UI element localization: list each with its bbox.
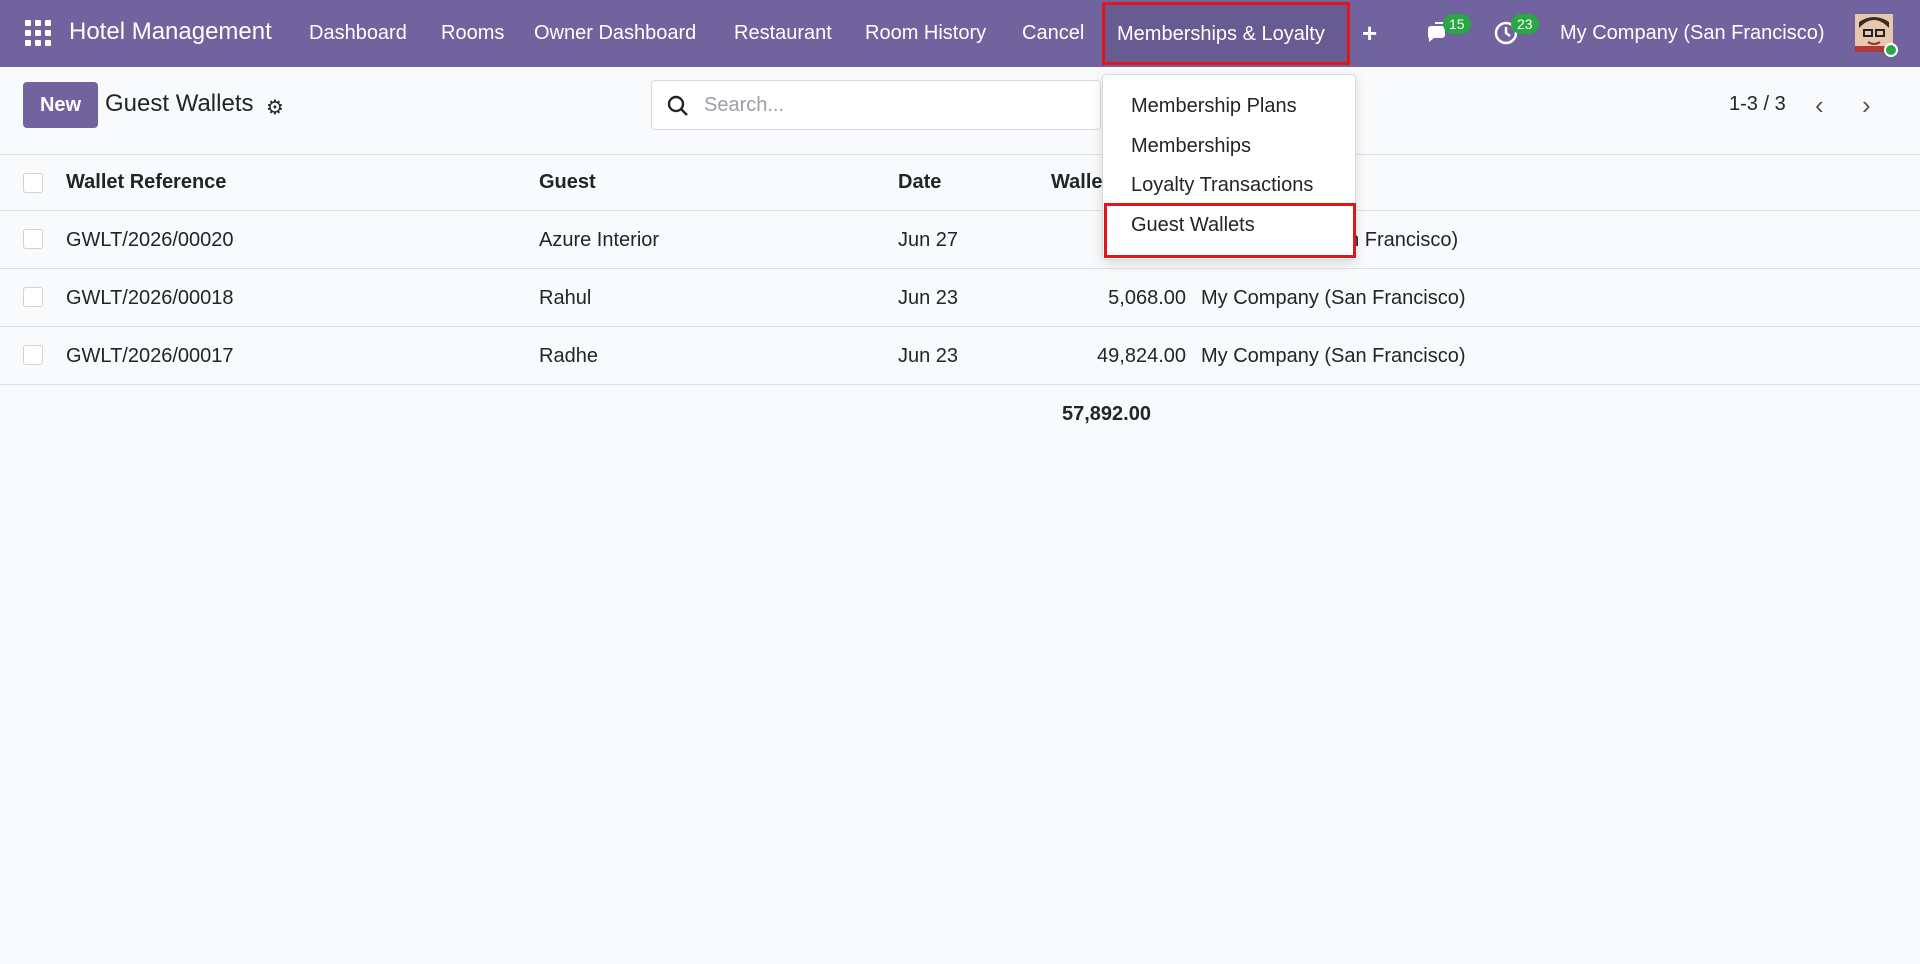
dropdown-item-membership-plans[interactable]: Membership Plans <box>1131 95 1297 118</box>
column-header-wallet-balance[interactable]: Walle <box>1051 171 1103 194</box>
app-brand[interactable]: Hotel Management <box>69 18 272 46</box>
wallet-date: Jun 23 <box>898 345 959 367</box>
wallet-balance: 49,824.00 <box>1097 345 1186 367</box>
dropdown-item-loyalty-transactions[interactable]: Loyalty Transactions <box>1131 174 1313 197</box>
table-row[interactable]: GWLT/2026/00020 Azure Interior Jun 27 an… <box>0 211 1920 269</box>
table-header-row: Wallet Reference Guest Date Walle <box>0 155 1920 211</box>
menu-cancel[interactable]: Cancel <box>1022 22 1084 45</box>
messages-badge: 15 <box>1443 14 1471 34</box>
menu-restaurant[interactable]: Restaurant <box>734 22 832 45</box>
column-header-guest[interactable]: Guest <box>539 171 596 194</box>
wallet-company: My Company (San Francisco) <box>1201 287 1466 309</box>
search-box <box>651 80 1101 130</box>
new-button[interactable]: New <box>23 82 98 128</box>
page-title: Guest Wallets <box>105 90 254 117</box>
guest-name: Azure Interior <box>539 229 660 251</box>
row-checkbox[interactable] <box>23 345 43 365</box>
wallet-reference: GWLT/2026/00017 <box>66 345 234 367</box>
apps-grid-icon[interactable] <box>25 20 51 46</box>
row-checkbox[interactable] <box>23 287 43 307</box>
activities-badge: 23 <box>1511 14 1539 34</box>
balance-total: 57,892.00 <box>1062 403 1151 425</box>
gear-icon[interactable]: ⚙ <box>266 95 284 120</box>
wallet-reference: GWLT/2026/00020 <box>66 229 234 251</box>
top-navbar: Hotel Management Dashboard Rooms Owner D… <box>0 0 1920 67</box>
column-header-wallet-reference[interactable]: Wallet Reference <box>66 171 226 194</box>
wallet-reference: GWLT/2026/00018 <box>66 287 234 309</box>
search-input[interactable] <box>704 81 1094 129</box>
table-row[interactable]: GWLT/2026/00017 Radhe Jun 23 49,824.00 M… <box>0 327 1920 385</box>
menu-memberships-loyalty[interactable]: Memberships & Loyalty <box>1102 2 1350 65</box>
guest-name: Radhe <box>539 345 598 367</box>
menu-rooms[interactable]: Rooms <box>441 22 504 45</box>
column-header-date[interactable]: Date <box>898 171 941 194</box>
menu-dashboard[interactable]: Dashboard <box>309 22 407 45</box>
wallet-date: Jun 23 <box>898 287 959 309</box>
chat-icon[interactable]: 15 <box>1425 14 1471 46</box>
table-row[interactable]: GWLT/2026/00018 Rahul Jun 23 5,068.00 My… <box>0 269 1920 327</box>
wallet-date: Jun 27 <box>898 229 959 251</box>
chevron-right-icon[interactable]: › <box>1862 90 1871 121</box>
online-status-dot <box>1884 43 1898 57</box>
search-icon <box>667 95 688 116</box>
menu-owner-dashboard[interactable]: Owner Dashboard <box>534 22 696 45</box>
guest-name: Rahul <box>539 287 592 309</box>
company-switcher[interactable]: My Company (San Francisco) <box>1560 22 1825 45</box>
plus-icon[interactable]: + <box>1362 18 1377 49</box>
menu-room-history[interactable]: Room History <box>865 22 986 45</box>
clock-icon[interactable]: 23 <box>1493 14 1539 46</box>
user-avatar[interactable] <box>1855 14 1898 57</box>
row-checkbox[interactable] <box>23 229 43 249</box>
menu-memberships-loyalty-label: Memberships & Loyalty <box>1117 23 1325 45</box>
guest-wallets-highlight <box>1104 203 1356 258</box>
dropdown-item-memberships[interactable]: Memberships <box>1131 135 1251 158</box>
chevron-left-icon[interactable]: ‹ <box>1815 90 1824 121</box>
select-all-checkbox[interactable] <box>23 173 43 193</box>
wallet-balance: 5,068.00 <box>1108 287 1186 309</box>
pager-value[interactable]: 1-3 / 3 <box>1729 93 1786 116</box>
wallet-company: My Company (San Francisco) <box>1201 345 1466 367</box>
